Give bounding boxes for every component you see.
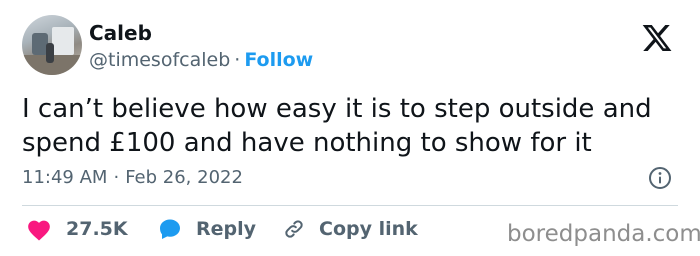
reply-label: Reply	[196, 218, 257, 240]
reply-button[interactable]: Reply	[158, 214, 256, 244]
link-icon	[285, 220, 303, 238]
avatar-photo-part	[52, 27, 74, 55]
copy-link-button[interactable]: Copy link	[283, 214, 418, 244]
avatar[interactable]	[22, 15, 82, 75]
x-logo-icon[interactable]	[640, 22, 674, 54]
tweet-text-line: spend £100 and have nothing to show for …	[22, 128, 592, 158]
author-handle[interactable]: @timesofcaleb	[89, 49, 230, 71]
speech-bubble-icon	[160, 219, 180, 239]
author-name[interactable]: Caleb	[89, 21, 152, 45]
author-handle-row: @timesofcaleb · Follow	[89, 48, 313, 72]
copy-link-label: Copy link	[319, 218, 418, 240]
separator-dot: ·	[113, 167, 120, 188]
tweet-time: 11:49 AM	[22, 167, 108, 188]
tweet-text-line: I can’t believe how easy it is to step o…	[22, 94, 652, 124]
like-button[interactable]: 27.5K	[26, 214, 128, 244]
watermark: boredpanda.com	[507, 221, 700, 247]
follow-button[interactable]: Follow	[244, 49, 313, 71]
tweet-text: I can’t believe how easy it is to step o…	[22, 92, 682, 160]
avatar-photo-part	[46, 43, 54, 63]
divider	[22, 205, 678, 206]
heart-icon	[28, 220, 50, 241]
separator-dot: ·	[234, 49, 241, 71]
info-icon[interactable]	[648, 166, 672, 190]
tweet-timestamp[interactable]: 11:49 AM · Feb 26, 2022	[22, 166, 243, 190]
tweet-date: Feb 26, 2022	[125, 167, 243, 188]
like-count: 27.5K	[66, 218, 128, 240]
